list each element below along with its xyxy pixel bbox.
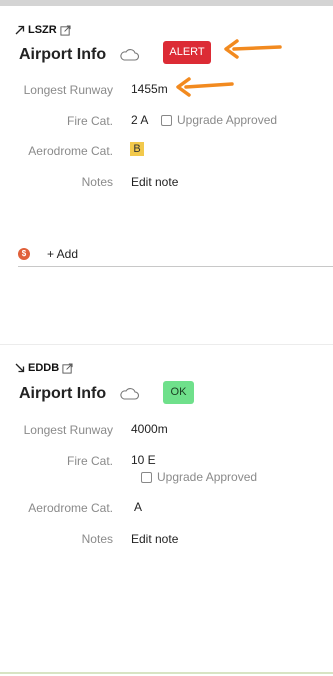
fire-cat-value: 10 E — [131, 453, 156, 467]
add-button[interactable]: + Add — [47, 247, 78, 261]
aerodrome-cat-label: Aerodrome Cat. — [28, 501, 113, 515]
aerodrome-cat-value: B — [130, 142, 144, 156]
longest-runway-label: Longest Runway — [23, 83, 113, 97]
arrow-up-right-icon — [15, 25, 25, 35]
upgrade-approved-label[interactable]: Upgrade Approved — [157, 470, 257, 484]
bottom-border — [0, 672, 333, 674]
airport-code-row[interactable]: LSZR — [14, 24, 71, 36]
airport-panel-eddb: EDDB Airport Info OK Longest Runway 4000… — [0, 356, 333, 668]
fire-cat-label: Fire Cat. — [66, 454, 113, 468]
panel-divider — [0, 344, 333, 345]
notes-label: Notes — [81, 175, 113, 189]
aerodrome-cat-label: Aerodrome Cat. — [28, 144, 113, 158]
aerodrome-cat-value: A — [134, 500, 143, 514]
top-bar — [0, 0, 333, 6]
external-link-icon[interactable] — [60, 24, 71, 36]
cloud-icon — [120, 49, 140, 61]
checkbox-box[interactable] — [141, 471, 152, 483]
checkbox-box[interactable] — [161, 114, 172, 126]
longest-runway-value: 4000m — [131, 422, 168, 436]
annotation-arrow-status — [224, 39, 282, 59]
longest-runway-value: 1455m — [131, 82, 168, 96]
upgrade-approved-label[interactable]: Upgrade Approved — [177, 113, 277, 127]
airport-code[interactable]: LSZR — [28, 24, 57, 36]
panel-title: Airport Info — [19, 385, 107, 402]
status-badge: ALERT — [163, 41, 211, 64]
edit-note-link[interactable]: Edit note — [131, 532, 178, 546]
edit-note-link[interactable]: Edit note — [131, 175, 178, 189]
airport-code-row[interactable]: EDDB — [14, 362, 73, 374]
longest-runway-label: Longest Runway — [23, 423, 113, 437]
title-row: Airport Info — [19, 385, 140, 403]
upgrade-approved-checkbox[interactable]: Upgrade Approved — [161, 113, 277, 127]
title-row: Airport Info — [19, 46, 140, 64]
airport-panel-lszr: LSZR Airport Info ALERT Longest Runway 1… — [0, 14, 333, 344]
annotation-arrow-runway — [176, 77, 234, 97]
cloud-icon — [120, 388, 140, 400]
fire-cat-value: 2 A — [131, 113, 149, 127]
fire-cat-label: Fire Cat. — [66, 114, 113, 128]
external-link-icon[interactable] — [62, 362, 73, 374]
add-row-underline — [18, 266, 333, 267]
add-row[interactable]: $ + Add — [18, 247, 78, 261]
upgrade-approved-checkbox[interactable]: Upgrade Approved — [141, 470, 257, 484]
dollar-icon: $ — [18, 248, 30, 260]
status-badge: OK — [163, 381, 194, 404]
airport-code[interactable]: EDDB — [28, 362, 59, 374]
notes-label: Notes — [81, 532, 113, 546]
arrow-down-right-icon — [15, 363, 25, 373]
panel-title: Airport Info — [19, 46, 107, 63]
